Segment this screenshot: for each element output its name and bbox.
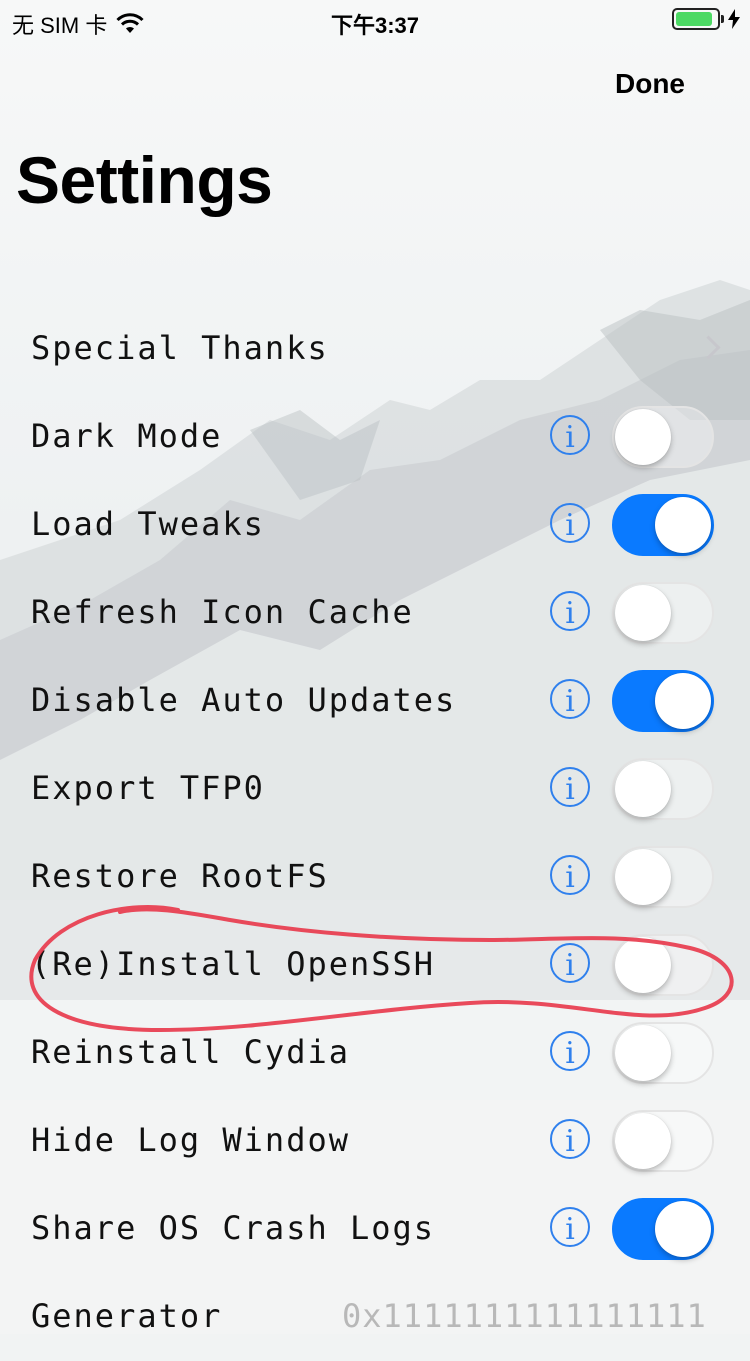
info-icon[interactable]: i [550,855,590,895]
generator-value-field[interactable]: 0x1111111111111111 [342,1297,707,1335]
done-button[interactable]: Done [600,68,700,104]
toggle-switch[interactable] [612,1198,714,1260]
info-icon[interactable]: i [550,415,590,455]
setting-label: Restore RootFS [31,857,329,895]
setting-label: Generator [31,1297,223,1335]
setting-label: Reinstall Cydia [31,1033,350,1071]
toggle-switch[interactable] [612,406,714,468]
info-icon[interactable]: i [550,1207,590,1247]
battery-area [672,8,740,30]
settings-row-export-tfp0: Export TFP0 i [0,745,750,833]
setting-label: Share OS Crash Logs [31,1209,436,1247]
toggle-switch[interactable] [612,758,714,820]
settings-row-reinstall-cydia: Reinstall Cydia i [0,1009,750,1097]
setting-label: Export TFP0 [31,769,265,807]
toggle-knob [615,585,671,641]
settings-row-special-thanks[interactable]: Special Thanks [0,305,750,393]
info-icon[interactable]: i [550,1119,590,1159]
toggle-switch[interactable] [612,670,714,732]
setting-label: Hide Log Window [31,1121,350,1159]
toggle-knob [615,761,671,817]
setting-label: (Re)Install OpenSSH [31,945,436,983]
settings-row-hide-log-window: Hide Log Window i [0,1097,750,1185]
toggle-switch[interactable] [612,494,714,556]
toggle-knob [615,1113,671,1169]
battery-icon [672,8,724,30]
settings-row-re-install-openssh: (Re)Install OpenSSH i [0,921,750,1009]
settings-row-disable-auto-updates: Disable Auto Updates i [0,657,750,745]
toggle-switch[interactable] [612,846,714,908]
toggle-knob [615,1025,671,1081]
toggle-knob [615,849,671,905]
toggle-knob [655,1201,711,1257]
chevron-right-icon [696,335,721,360]
toggle-knob [655,673,711,729]
status-bar: 无 SIM 卡 下午3:37 [0,0,750,40]
setting-label: Load Tweaks [31,505,265,543]
settings-row-generator: Generator 0x1111111111111111 [0,1273,750,1361]
charging-bolt-icon [728,9,740,29]
settings-row-share-os-crash-logs: Share OS Crash Logs i [0,1185,750,1273]
info-icon[interactable]: i [550,503,590,543]
status-time: 下午3:37 [330,13,420,38]
setting-label: Disable Auto Updates [31,681,457,719]
toggle-knob [655,497,711,553]
info-icon[interactable]: i [550,767,590,807]
info-icon[interactable]: i [550,943,590,983]
info-icon[interactable]: i [550,679,590,719]
toggle-knob [615,937,671,993]
setting-label: Refresh Icon Cache [31,593,414,631]
info-icon[interactable]: i [550,1031,590,1071]
settings-row-restore-rootfs: Restore RootFS i [0,833,750,921]
battery-fill [676,12,712,26]
toggle-switch[interactable] [612,1110,714,1172]
toggle-knob [615,409,671,465]
settings-row-dark-mode: Dark Mode i [0,393,750,481]
toggle-switch[interactable] [612,1022,714,1084]
settings-row-refresh-icon-cache: Refresh Icon Cache i [0,569,750,657]
toggle-switch[interactable] [612,934,714,996]
toggle-switch[interactable] [612,582,714,644]
settings-row-load-tweaks: Load Tweaks i [0,481,750,569]
info-icon[interactable]: i [550,591,590,631]
page-title: Settings [16,143,273,217]
setting-label: Special Thanks [31,329,329,367]
setting-label: Dark Mode [31,417,223,455]
